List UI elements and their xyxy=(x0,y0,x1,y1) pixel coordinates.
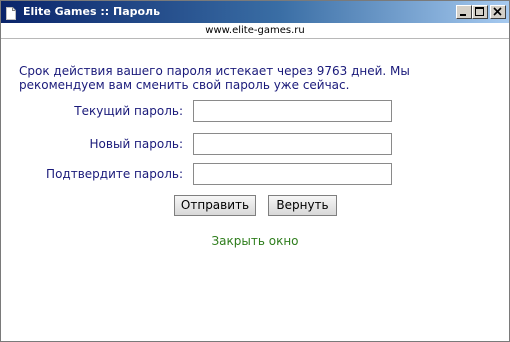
close-button[interactable] xyxy=(490,5,506,19)
confirm-password-row: Подтвердите пароль: xyxy=(1,163,509,185)
maximize-button[interactable] xyxy=(472,5,488,19)
close-icon xyxy=(493,7,502,16)
current-password-label: Текущий пароль: xyxy=(74,104,183,118)
title-bar[interactable]: Elite Games :: Пароль xyxy=(1,1,509,23)
expiry-notice: Срок действия вашего пароля истекает чер… xyxy=(19,64,410,92)
confirm-password-label: Подтвердите пароль: xyxy=(46,167,183,181)
new-password-label: Новый пароль: xyxy=(89,137,183,151)
url-bar: www.elite-games.ru xyxy=(1,23,509,39)
new-password-row: Новый пароль: xyxy=(1,133,509,155)
popup-window: Elite Games :: Пароль www.elite-games.ru… xyxy=(0,0,510,342)
minimize-button[interactable] xyxy=(456,5,472,19)
minimize-icon xyxy=(460,14,466,16)
new-password-input[interactable] xyxy=(193,133,392,155)
current-password-row: Текущий пароль: xyxy=(1,100,509,122)
current-password-input[interactable] xyxy=(193,100,392,122)
close-window-link[interactable]: Закрыть окно xyxy=(1,233,509,249)
confirm-password-input[interactable] xyxy=(193,163,392,185)
maximize-icon xyxy=(475,7,484,16)
window-title: Elite Games :: Пароль xyxy=(23,5,161,18)
reset-button[interactable]: Вернуть xyxy=(268,195,337,216)
content-area: Срок действия вашего пароля истекает чер… xyxy=(1,39,509,341)
submit-button[interactable]: Отправить xyxy=(174,195,256,216)
document-icon xyxy=(6,5,16,20)
